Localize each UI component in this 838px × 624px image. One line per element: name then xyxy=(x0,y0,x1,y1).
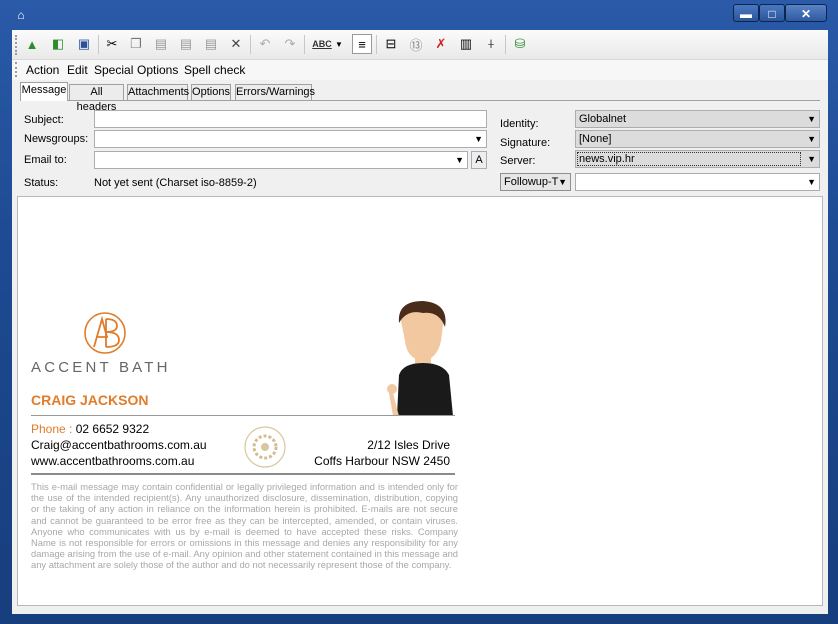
phone-value: 02 6652 9322 xyxy=(75,422,150,436)
paste-quote-icon[interactable]: ▤ xyxy=(176,34,196,54)
delete-icon[interactable]: ✕ xyxy=(226,34,246,54)
chevron-down-icon[interactable]: ▼ xyxy=(474,131,483,147)
attach-icon[interactable]: ▥ xyxy=(456,34,476,54)
email-to-combo[interactable]: ▼ xyxy=(94,151,468,169)
toolbar-separator xyxy=(250,35,251,54)
client-area: ▲ ◧ ▣ ✂ ❐ ▤ ▤ ▤ ✕ ↶ ↷ ABC ▼ ≡ ⊟ ⑬ ✗ ▥ ⍭ … xyxy=(12,30,828,614)
accent-bath-logo-icon xyxy=(84,312,126,354)
app-window: ⌂ ▬ □ ✕ ▲ ◧ ▣ ✂ ❐ ▤ ▤ ▤ ✕ ↶ ↷ ABC ▼ ≡ ⊟ xyxy=(0,0,838,624)
spell-dropdown-icon[interactable]: ▼ xyxy=(334,34,344,54)
title-bar[interactable]: ⌂ ▬ □ ✕ xyxy=(0,0,838,28)
status-label: Status: xyxy=(24,177,59,189)
signature-value: [None] xyxy=(579,133,612,145)
menu-special[interactable]: Special xyxy=(94,63,133,77)
signature-divider xyxy=(31,415,455,416)
newsgroups-label: Newsgroups: xyxy=(24,133,89,145)
chevron-down-icon[interactable]: ▼ xyxy=(455,152,464,168)
wrap-icon[interactable]: ⍭ xyxy=(481,34,501,54)
signature-name: CRAIG JACKSON xyxy=(31,392,149,408)
phone-line: Phone : 02 6652 9322 xyxy=(31,422,150,436)
send-icon[interactable]: ▲ xyxy=(22,34,42,54)
paste-special-icon[interactable]: ▤ xyxy=(201,34,221,54)
subject-input[interactable] xyxy=(94,110,487,128)
seal-icon xyxy=(244,426,286,468)
message-body[interactable]: ACCENT BATH CRAIG JACKSON Phone : 02 665… xyxy=(17,196,823,606)
tab-attachments[interactable]: Attachments xyxy=(127,84,189,100)
logo-text: ACCENT BATH xyxy=(31,359,171,376)
identity-value: Globalnet xyxy=(579,113,627,125)
menu-spell-check[interactable]: Spell check xyxy=(184,63,245,77)
menu-action[interactable]: Action xyxy=(26,63,59,77)
rot13-icon[interactable]: ⑬ xyxy=(406,34,426,54)
toolbar-separator xyxy=(98,35,99,54)
email-to-label: Email to: xyxy=(24,154,67,166)
email-address[interactable]: Craig@accentbathrooms.com.au xyxy=(31,438,207,452)
address-line-1: 2/12 Isles Drive xyxy=(367,438,450,452)
tab-message[interactable]: Message xyxy=(20,82,68,101)
menu-options[interactable]: Options xyxy=(137,63,178,77)
server-label: Server: xyxy=(500,155,536,167)
followup-to-label: Followup-T xyxy=(504,176,559,188)
toolbar-grip[interactable] xyxy=(15,35,20,55)
chevron-down-icon[interactable]: ▼ xyxy=(807,174,816,190)
phone-label: Phone xyxy=(31,422,66,436)
signature-rule xyxy=(31,473,455,475)
toolbar: ▲ ◧ ▣ ✂ ❐ ▤ ▤ ▤ ✕ ↶ ↷ ABC ▼ ≡ ⊟ ⑬ ✗ ▥ ⍭ … xyxy=(12,30,828,60)
identity-label: Identity: xyxy=(500,118,539,130)
server-value: news.vip.hr xyxy=(577,152,801,166)
address-line-2: Coffs Harbour NSW 2450 xyxy=(314,454,450,468)
toolbar-separator xyxy=(505,35,506,54)
subject-label: Subject: xyxy=(24,114,64,126)
website-link[interactable]: www.accentbathrooms.com.au xyxy=(31,454,194,468)
spell-check-icon[interactable]: ABC xyxy=(310,34,334,54)
tab-divider xyxy=(20,100,820,101)
status-value: Not yet sent (Charset iso-8859-2) xyxy=(94,177,257,189)
server-combo[interactable]: news.vip.hr ▼ xyxy=(575,150,820,168)
undo-icon[interactable]: ↶ xyxy=(255,34,275,54)
no-signature-icon[interactable]: ✗ xyxy=(431,34,451,54)
save-draft-icon[interactable]: ▣ xyxy=(74,34,94,54)
paste-icon[interactable]: ▤ xyxy=(151,34,171,54)
minimize-button[interactable]: ▬ xyxy=(733,4,759,22)
legal-disclaimer: This e-mail message may contain confiden… xyxy=(31,481,458,571)
menu-grip[interactable] xyxy=(15,62,20,77)
tab-strip: Message All headers Attachments Options … xyxy=(20,82,820,113)
newsgroups-combo[interactable]: ▼ xyxy=(94,130,487,148)
tab-options[interactable]: Options xyxy=(191,84,231,100)
copy-icon[interactable]: ❐ xyxy=(126,34,146,54)
signature-label: Signature: xyxy=(500,137,551,149)
redo-icon[interactable]: ↷ xyxy=(280,34,300,54)
close-button[interactable]: ✕ xyxy=(785,4,827,22)
toolbar-separator xyxy=(376,35,377,54)
identity-combo[interactable]: Globalnet ▼ xyxy=(575,110,820,128)
chevron-down-icon[interactable]: ▼ xyxy=(807,151,816,167)
encrypt-icon[interactable]: ⛁ xyxy=(510,34,530,54)
tab-all-headers[interactable]: All headers xyxy=(69,84,124,113)
toolbar-separator xyxy=(304,35,305,54)
chevron-down-icon[interactable]: ▼ xyxy=(807,111,816,127)
maximize-button[interactable]: □ xyxy=(759,4,785,22)
avatar xyxy=(387,301,453,416)
menu-edit[interactable]: Edit xyxy=(67,63,88,77)
address-book-button[interactable]: A xyxy=(471,151,487,169)
followup-to-dropdown[interactable]: Followup-T ▼ xyxy=(500,173,571,191)
system-menu-icon[interactable]: ⌂ xyxy=(14,8,28,22)
menu-bar: Action Edit Special Options Spell check xyxy=(12,60,828,80)
cut-icon[interactable]: ✂ xyxy=(102,34,122,54)
tab-errors-warnings[interactable]: Errors/Warnings xyxy=(235,84,315,100)
send-later-icon[interactable]: ◧ xyxy=(48,34,68,54)
view-headers-icon[interactable]: ≡ xyxy=(352,34,372,54)
chevron-down-icon[interactable]: ▼ xyxy=(807,131,816,147)
layout-icon[interactable]: ⊟ xyxy=(381,34,401,54)
chevron-down-icon[interactable]: ▼ xyxy=(558,174,567,190)
followup-to-combo[interactable]: ▼ xyxy=(575,173,820,191)
signature-combo[interactable]: [None] ▼ xyxy=(575,130,820,148)
